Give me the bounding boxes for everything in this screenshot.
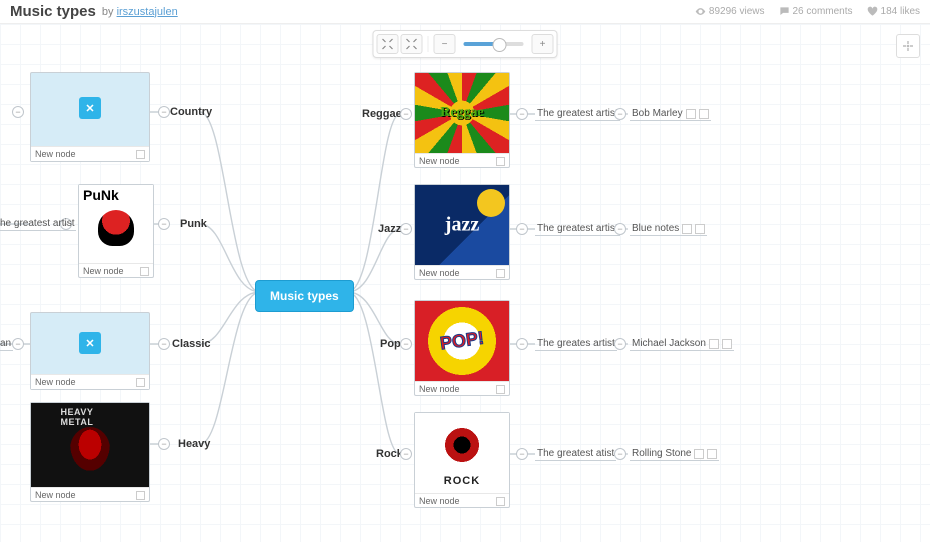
- note-icon[interactable]: [496, 497, 505, 506]
- note-icon[interactable]: [682, 224, 692, 234]
- reggae-thumbnail: [415, 73, 509, 153]
- zoom-out-button[interactable]: −: [434, 34, 456, 54]
- artist-label-pop[interactable]: The greates artist: [535, 338, 617, 351]
- expand-jazz-artist[interactable]: −: [614, 223, 626, 235]
- expand-pop[interactable]: −: [516, 338, 528, 350]
- expand-pop-artist[interactable]: −: [614, 338, 626, 350]
- note-icon[interactable]: [686, 109, 696, 119]
- stat-likes: 184 likes: [867, 6, 920, 17]
- node-caption: New node: [419, 496, 460, 506]
- note-icon[interactable]: [694, 449, 704, 459]
- add-icon[interactable]: [707, 449, 717, 459]
- node-caption: New node: [35, 149, 76, 159]
- node-caption: New node: [419, 156, 460, 166]
- node-caption: New node: [419, 384, 460, 394]
- pop-thumbnail: [415, 301, 509, 381]
- mindmap-canvas[interactable]: − + Music types Countr: [0, 24, 930, 542]
- toggle-node-rock[interactable]: −: [400, 448, 412, 460]
- image-node-pop[interactable]: New node: [414, 300, 510, 396]
- image-node-classic[interactable]: ✕ New node: [30, 312, 150, 390]
- toggle-node-pop[interactable]: −: [400, 338, 412, 350]
- branch-label-heavy[interactable]: Heavy: [178, 438, 210, 450]
- add-icon[interactable]: [695, 224, 705, 234]
- toggle-node-country[interactable]: −: [158, 106, 170, 118]
- artist-name-rock[interactable]: Rolling Stone: [630, 448, 719, 461]
- toggle-node-heavy[interactable]: −: [158, 438, 170, 450]
- expand-classic[interactable]: −: [12, 338, 24, 350]
- punk-thumbnail: [79, 185, 153, 263]
- comment-icon: [779, 6, 790, 17]
- artist-label-jazz[interactable]: The greatest artist: [535, 223, 620, 236]
- add-child-country[interactable]: −: [12, 106, 24, 118]
- toggle-node-classic[interactable]: −: [158, 338, 170, 350]
- artist-label-reggae[interactable]: The greatest artist: [535, 108, 620, 121]
- eye-icon: [695, 6, 706, 17]
- node-caption: New node: [419, 268, 460, 278]
- branch-label-rock[interactable]: Rock: [376, 448, 403, 460]
- branch-label-country[interactable]: Country: [170, 106, 212, 118]
- stat-views: 89296 views: [695, 6, 765, 17]
- image-node-reggae[interactable]: New node: [414, 72, 510, 168]
- artist-name-reggae[interactable]: Bob Marley: [630, 108, 711, 121]
- branch-label-pop[interactable]: Pop: [380, 338, 401, 350]
- branch-label-classic[interactable]: Classic: [172, 338, 211, 350]
- note-icon[interactable]: [136, 491, 145, 500]
- branch-label-punk[interactable]: Punk: [180, 218, 207, 230]
- zoom-slider[interactable]: [464, 42, 524, 46]
- artist-label-punk[interactable]: he greatest artist: [0, 218, 76, 231]
- toggle-node-jazz[interactable]: −: [400, 223, 412, 235]
- expand-reggae[interactable]: −: [516, 108, 528, 120]
- root-node[interactable]: Music types: [255, 280, 354, 312]
- note-icon[interactable]: [496, 157, 505, 166]
- add-icon[interactable]: [722, 339, 732, 349]
- stat-comments: 26 comments: [779, 6, 853, 17]
- image-node-rock[interactable]: New node: [414, 412, 510, 508]
- add-icon[interactable]: [699, 109, 709, 119]
- artist-name-jazz[interactable]: Blue notes: [630, 223, 707, 236]
- toggle-node-reggae[interactable]: −: [400, 108, 412, 120]
- stats: 89296 views 26 comments 184 likes: [695, 6, 920, 17]
- artist-name-pop[interactable]: Michael Jackson: [630, 338, 734, 351]
- image-node-punk[interactable]: New node: [78, 184, 154, 278]
- note-icon[interactable]: [496, 269, 505, 278]
- branch-label-jazz[interactable]: Jazz: [378, 223, 401, 235]
- node-caption: New node: [83, 266, 124, 276]
- by-prefix: by: [102, 6, 114, 18]
- branch-label-reggae[interactable]: Reggae: [362, 108, 402, 120]
- byline: by irszustajulen: [102, 6, 178, 18]
- toolbar: − +: [373, 30, 558, 58]
- expand-button[interactable]: [401, 34, 423, 54]
- page-title: Music types: [10, 3, 96, 20]
- image-node-country[interactable]: ✕ New node: [30, 72, 150, 162]
- note-icon[interactable]: [136, 150, 145, 159]
- expand-rock-artist[interactable]: −: [614, 448, 626, 460]
- recenter-button[interactable]: [896, 34, 920, 58]
- rock-thumbnail: [415, 413, 509, 493]
- node-caption: New node: [35, 490, 76, 500]
- note-icon[interactable]: [709, 339, 719, 349]
- close-icon[interactable]: ✕: [79, 97, 101, 119]
- collapse-button[interactable]: [377, 34, 399, 54]
- image-node-jazz[interactable]: New node: [414, 184, 510, 280]
- expand-rock[interactable]: −: [516, 448, 528, 460]
- node-caption: New node: [35, 377, 76, 387]
- expand-reggae-artist[interactable]: −: [614, 108, 626, 120]
- artist-label-rock[interactable]: The greatest atist: [535, 448, 616, 461]
- expand-jazz[interactable]: −: [516, 223, 528, 235]
- close-icon[interactable]: ✕: [79, 332, 101, 354]
- note-icon[interactable]: [140, 267, 149, 276]
- author-link[interactable]: irszustajulen: [117, 6, 178, 18]
- heavy-thumbnail: [31, 403, 149, 487]
- header-bar: Music types by irszustajulen 89296 views…: [0, 0, 930, 24]
- heart-icon: [867, 6, 878, 17]
- zoom-in-button[interactable]: +: [532, 34, 554, 54]
- image-node-heavy[interactable]: New node: [30, 402, 150, 502]
- jazz-thumbnail: [415, 185, 509, 265]
- artist-label-classic[interactable]: an: [0, 338, 13, 351]
- toggle-node-punk[interactable]: −: [158, 218, 170, 230]
- note-icon[interactable]: [496, 385, 505, 394]
- note-icon[interactable]: [136, 378, 145, 387]
